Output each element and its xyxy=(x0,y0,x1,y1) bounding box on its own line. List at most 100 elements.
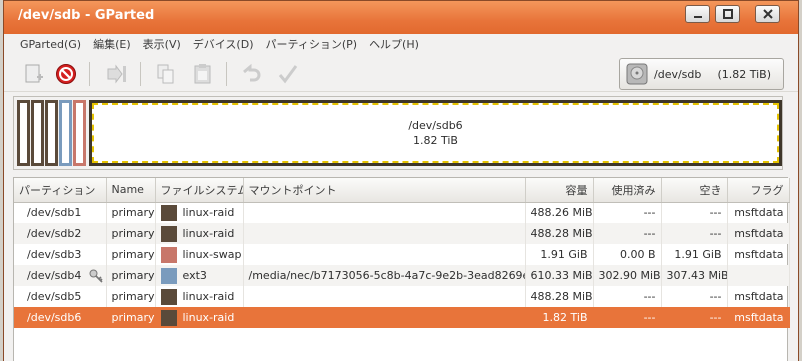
cell-flags: msftdata xyxy=(727,244,790,265)
fs-color-swatch xyxy=(160,288,177,305)
harddisk-icon xyxy=(626,63,648,85)
map-sdb6[interactable]: /dev/sdb6 1.82 TiB xyxy=(89,100,782,166)
device-name: /dev/sdb xyxy=(654,67,702,81)
menu-gparted[interactable]: GParted(G) xyxy=(14,38,87,51)
cell-size: 1.91 GiB xyxy=(525,244,594,265)
cell-filesystem: linux-swap xyxy=(155,244,244,265)
fs-color-swatch xyxy=(160,309,177,326)
minimize-icon xyxy=(693,16,702,18)
col-mountpoint[interactable]: マウントポイント xyxy=(243,178,526,203)
new-partition-button[interactable] xyxy=(21,62,45,86)
disk-map: /dev/sdb6 1.82 TiB xyxy=(13,96,783,170)
map-sdb1[interactable] xyxy=(17,100,30,166)
cell-flags: msftdata xyxy=(727,223,790,244)
toolbar: /dev/sdb (1.82 TiB) xyxy=(4,54,798,92)
col-size[interactable]: 容量 xyxy=(525,178,594,203)
gparted-window: /dev/sdb - GParted GParted(G) 編集(E) 表示(V… xyxy=(3,0,799,361)
cell-flags: msftdata xyxy=(727,307,790,328)
cell-free: --- xyxy=(661,286,728,307)
col-partition[interactable]: パーティション xyxy=(14,178,107,203)
table-row[interactable]: /dev/sdb4 primary ext3 /media/nec/b71730… xyxy=(14,265,790,286)
menu-device[interactable]: デバイス(D) xyxy=(187,36,260,52)
cell-free: 1.91 GiB xyxy=(661,244,728,265)
menu-help[interactable]: ヘルプ(H) xyxy=(363,36,425,52)
undo-icon xyxy=(243,63,261,82)
resize-move-button[interactable] xyxy=(105,62,129,86)
cell-size: 488.28 MiB xyxy=(525,286,594,307)
cell-filesystem: ext3 xyxy=(155,265,244,286)
undo-button[interactable] xyxy=(239,62,263,86)
col-name[interactable]: Name xyxy=(106,178,156,203)
cell-size: 1.82 TiB xyxy=(525,307,594,328)
cell-flags: msftdata xyxy=(727,286,790,307)
table-row[interactable]: /dev/sdb5 primary linux-raid 488.28 MiB … xyxy=(14,286,790,307)
cell-free: 307.43 MiB xyxy=(661,265,728,286)
toolbar-separator xyxy=(89,62,90,86)
cell-used: 302.90 MiB xyxy=(593,265,662,286)
cell-size: 610.33 MiB xyxy=(525,265,594,286)
cell-free: --- xyxy=(661,202,728,223)
col-filesystem[interactable]: ファイルシステム xyxy=(155,178,244,203)
cell-partition: /dev/sdb1 xyxy=(14,202,107,223)
cell-used: --- xyxy=(593,223,662,244)
cell-filesystem: linux-raid xyxy=(155,202,244,223)
cell-mountpoint xyxy=(243,223,526,244)
cell-name: primary xyxy=(106,223,156,244)
delete-button[interactable] xyxy=(54,62,78,86)
toolbar-separator xyxy=(226,62,227,86)
window-title: /dev/sdb - GParted xyxy=(18,8,155,23)
device-size: (1.82 TiB) xyxy=(717,67,771,81)
table-header: パーティション Name ファイルシステム マウントポイント 容量 使用済み 空… xyxy=(14,178,790,203)
toolbar-separator xyxy=(140,62,141,86)
cell-used: --- xyxy=(593,202,662,223)
cell-name: primary xyxy=(106,307,156,328)
menu-edit[interactable]: 編集(E) xyxy=(87,36,137,52)
cell-free: --- xyxy=(661,223,728,244)
cell-filesystem: linux-raid xyxy=(155,307,244,328)
fs-color-swatch xyxy=(160,204,177,221)
map-sdb3[interactable] xyxy=(73,100,86,166)
apply-button[interactable] xyxy=(276,62,300,86)
cell-partition: /dev/sdb3 xyxy=(14,244,107,265)
maximize-icon xyxy=(722,9,733,19)
paste-button[interactable] xyxy=(191,62,215,86)
cell-mountpoint: /media/nec/b7173056-5c8b-4a7c-9e2b-3ead8… xyxy=(243,265,526,286)
cell-filesystem: linux-raid xyxy=(155,223,244,244)
table-row[interactable]: /dev/sdb3 primary linux-swap 1.91 GiB 0.… xyxy=(14,244,790,265)
fs-color-swatch xyxy=(160,225,177,242)
copy-button[interactable] xyxy=(154,62,178,86)
cell-size: 488.28 MiB xyxy=(525,223,594,244)
col-used[interactable]: 使用済み xyxy=(593,178,662,203)
cell-flags xyxy=(727,265,790,286)
cell-free: --- xyxy=(661,307,728,328)
resize-move-icon xyxy=(107,64,126,84)
menu-view[interactable]: 表示(V) xyxy=(137,36,187,52)
cell-partition: /dev/sdb5 xyxy=(14,286,107,307)
cell-name: primary xyxy=(106,202,156,223)
close-button[interactable] xyxy=(755,5,780,23)
menu-partition[interactable]: パーティション(P) xyxy=(260,36,364,52)
table-row[interactable]: /dev/sdb1 primary linux-raid 488.26 MiB … xyxy=(14,202,790,223)
table-row[interactable]: /dev/sdb2 primary linux-raid 488.28 MiB … xyxy=(14,223,790,244)
map-sdb2[interactable] xyxy=(31,100,44,166)
device-selector[interactable]: /dev/sdb (1.82 TiB) xyxy=(619,58,784,90)
col-flags[interactable]: フラグ xyxy=(727,178,790,203)
cell-mountpoint xyxy=(243,307,526,328)
col-free[interactable]: 空き xyxy=(661,178,728,203)
fs-color-swatch xyxy=(160,267,177,284)
partition-table: パーティション Name ファイルシステム マウントポイント 容量 使用済み 空… xyxy=(13,177,790,361)
cell-mountpoint xyxy=(243,244,526,265)
cell-filesystem: linux-raid xyxy=(155,286,244,307)
minimize-button[interactable] xyxy=(685,5,710,23)
cell-flags: msftdata xyxy=(727,202,790,223)
title-bar[interactable]: /dev/sdb - GParted xyxy=(4,1,798,34)
menu-bar: GParted(G) 編集(E) 表示(V) デバイス(D) パーティション(P… xyxy=(4,34,798,54)
maximize-button[interactable] xyxy=(715,5,740,23)
table-row-selected[interactable]: /dev/sdb6 primary linux-raid 1.82 TiB --… xyxy=(14,307,790,328)
cell-name: primary xyxy=(106,244,156,265)
map-partition-size: 1.82 TiB xyxy=(413,134,458,147)
map-sdb4[interactable] xyxy=(59,100,72,166)
cell-size: 488.26 MiB xyxy=(525,202,594,223)
map-sdb5[interactable] xyxy=(45,100,58,166)
cell-mountpoint xyxy=(243,202,526,223)
